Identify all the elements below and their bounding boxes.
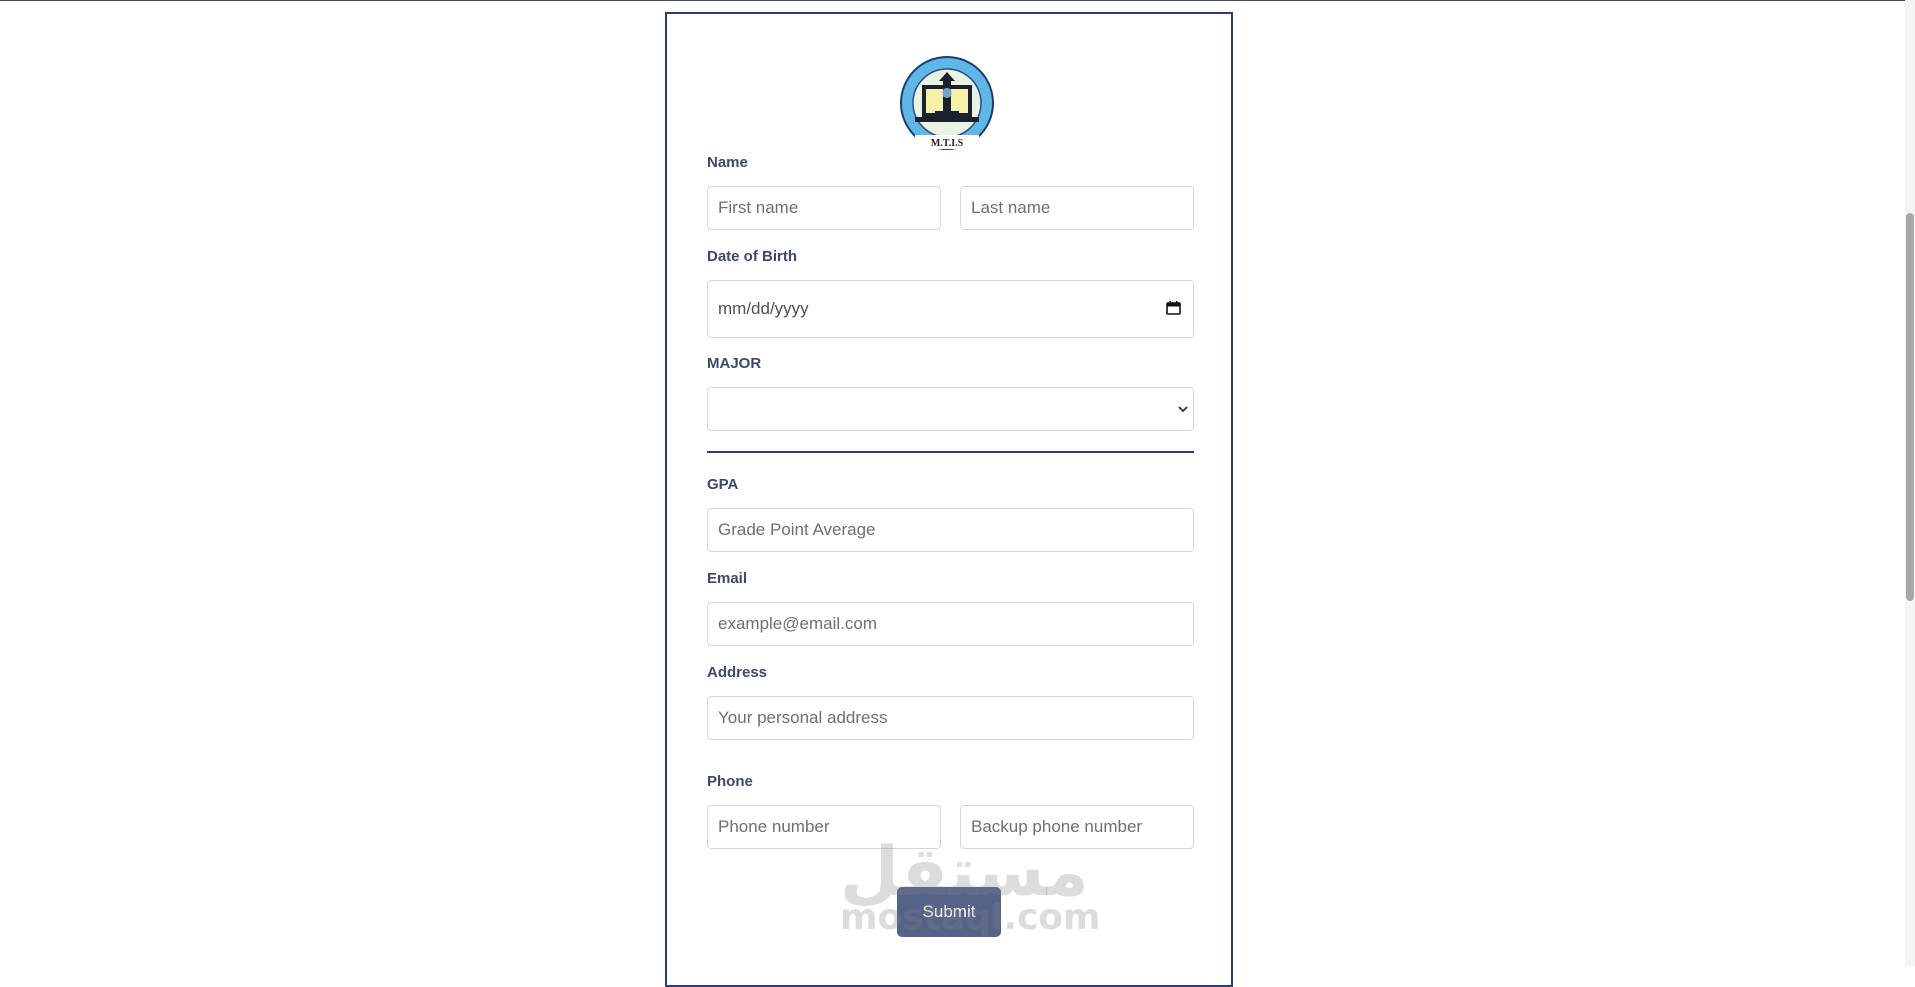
backup-phone-input[interactable] (960, 805, 1194, 849)
section-divider (707, 451, 1194, 453)
major-label: MAJOR (707, 355, 762, 372)
major-select[interactable] (707, 387, 1194, 431)
email-label: Email (707, 570, 748, 587)
calendar-icon[interactable] (1166, 301, 1181, 315)
university-seal-icon: M.T.I.S (900, 56, 994, 150)
gpa-input[interactable] (707, 508, 1194, 552)
address-input[interactable] (707, 696, 1194, 740)
top-border (0, 0, 1915, 1)
submit-button[interactable]: Submit (897, 887, 1001, 937)
dob-value: mm/dd/yyyy (718, 299, 809, 318)
dob-input[interactable]: mm/dd/yyyy (707, 280, 1194, 338)
logo-caption: M.T.I.S (931, 138, 964, 149)
first-name-input[interactable] (707, 186, 941, 230)
gpa-label: GPA (707, 476, 739, 493)
scrollbar-thumb[interactable] (1906, 213, 1914, 601)
dob-label: Date of Birth (707, 248, 797, 265)
chevron-down-icon (1178, 406, 1188, 413)
name-label: Name (707, 154, 748, 171)
phone-label: Phone (707, 773, 753, 790)
email-field[interactable] (707, 602, 1194, 646)
scrollbar-track[interactable] (1905, 0, 1915, 966)
address-label: Address (707, 664, 768, 681)
last-name-input[interactable] (960, 186, 1194, 230)
phone-input[interactable] (707, 805, 941, 849)
registration-form: M.T.I.S Name Date of Birth mm/dd/yyyy MA… (665, 12, 1233, 987)
